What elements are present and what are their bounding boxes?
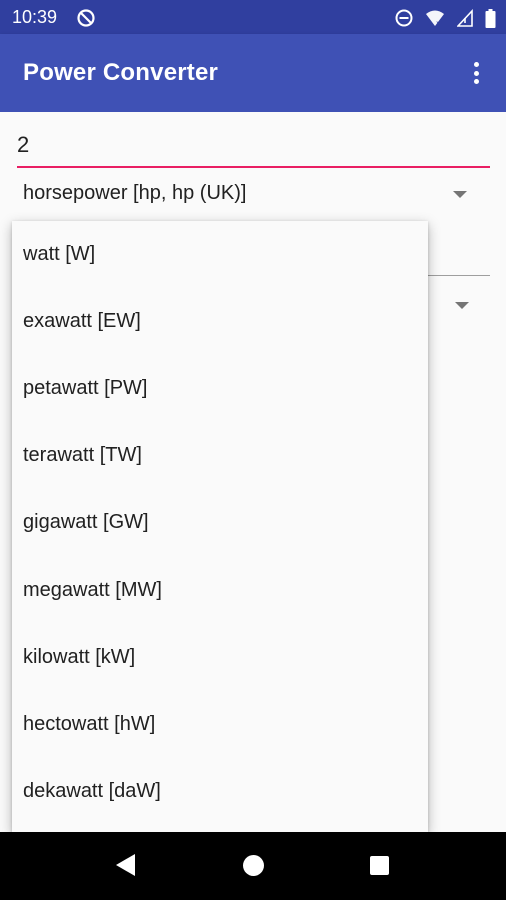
value-input-container[interactable] (17, 126, 490, 168)
unit-dropdown-list: watt [W] exawatt [EW] petawatt [PW] tera… (12, 221, 428, 832)
dropdown-item-label: watt [W] (23, 243, 96, 265)
from-unit-label: horsepower [hp, hp (UK)] (23, 182, 247, 204)
navigation-bar (0, 832, 506, 900)
app-bar: Power Converter (0, 34, 506, 112)
menu-dot (473, 70, 479, 76)
cell-signal-icon (457, 9, 473, 27)
dropdown-arrow-icon (453, 191, 467, 198)
dropdown-item-label: dekawatt [daW] (23, 780, 161, 802)
dropdown-item[interactable]: kilowatt [kW] (12, 624, 428, 691)
dropdown-item-label: gigawatt [GW] (23, 511, 149, 533)
dropdown-item[interactable]: watt [W] (12, 221, 428, 288)
recents-icon[interactable] (370, 856, 389, 875)
dropdown-item-label: terawatt [TW] (23, 444, 142, 466)
dropdown-item[interactable]: exawatt [EW] (12, 288, 428, 355)
dropdown-item-label: megawatt [MW] (23, 579, 162, 601)
dropdown-item[interactable]: petawatt [PW] (12, 355, 428, 422)
to-unit-dropdown-arrow-icon[interactable] (455, 302, 469, 309)
dropdown-item[interactable]: dekawatt [daW] (12, 758, 428, 825)
dropdown-item-label: exawatt [EW] (23, 310, 141, 332)
value-input[interactable] (17, 132, 477, 158)
dropdown-item[interactable]: gigawatt [GW] (12, 489, 428, 556)
back-icon[interactable] (116, 854, 135, 876)
menu-dot (473, 79, 479, 84)
overflow-menu-icon[interactable] (464, 58, 488, 88)
sync-disabled-icon (77, 9, 95, 27)
status-bar: 10:39 x (0, 0, 506, 34)
from-unit-spinner[interactable]: horsepower [hp, hp (UK)] (23, 174, 483, 214)
dropdown-item-label: petawatt [PW] (23, 377, 148, 399)
result-field-underline (428, 275, 490, 276)
battery-icon (485, 8, 496, 28)
dropdown-item-label: kilowatt [kW] (23, 646, 136, 668)
svg-text:x: x (436, 19, 441, 27)
app-title: Power Converter (23, 59, 219, 86)
do-not-disturb-icon (395, 9, 413, 27)
dropdown-item[interactable]: terawatt [TW] (12, 422, 428, 489)
menu-dot (473, 62, 479, 67)
status-time: 10:39 (12, 7, 58, 27)
dropdown-item[interactable]: megawatt [MW] (12, 557, 428, 624)
dropdown-item[interactable]: hectowatt [hW] (12, 691, 428, 758)
wifi-icon: x (426, 10, 444, 27)
home-icon[interactable] (243, 855, 264, 876)
dropdown-item-label: hectowatt [hW] (23, 713, 156, 735)
